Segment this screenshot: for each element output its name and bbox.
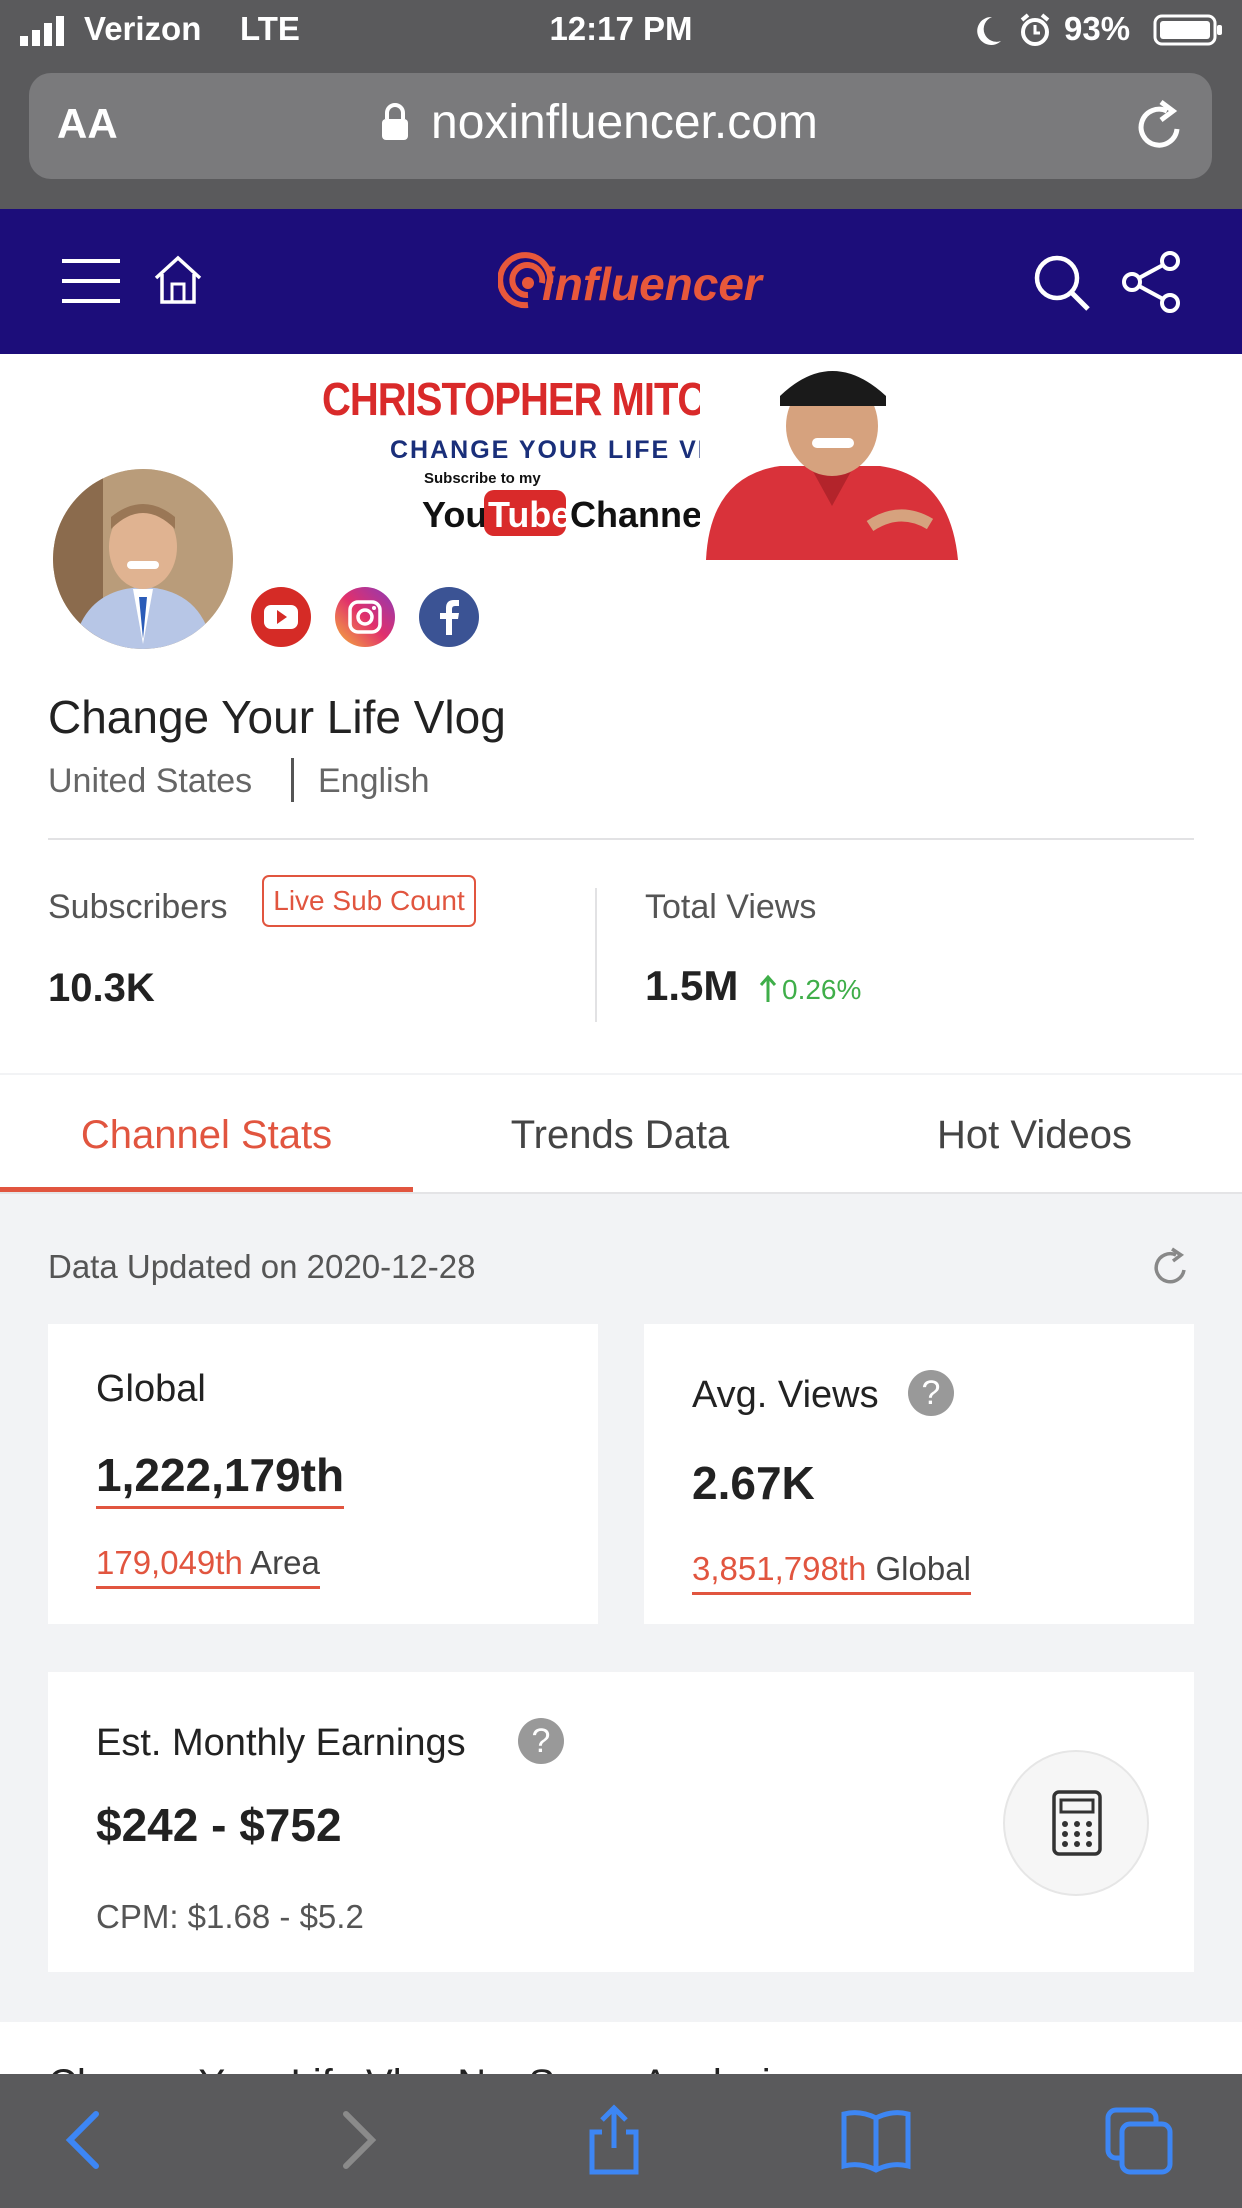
share-icon[interactable]	[1122, 251, 1182, 313]
earnings-value: $242 - $752	[96, 1799, 342, 1851]
channel-name: Change Your Life Vlog	[48, 691, 506, 743]
stats-divider	[595, 888, 597, 1022]
profile-section: CHRISTOPHER MITCHELL CHANGE YOUR LIFE VL…	[0, 354, 1242, 1073]
tab-trends-data[interactable]: Trends Data	[413, 1075, 827, 1192]
global-label: Global	[96, 1368, 206, 1410]
tab-channel-stats[interactable]: Channel Stats	[0, 1075, 413, 1192]
calculator-button[interactable]	[1003, 1750, 1149, 1896]
url-bar[interactable]: AA noxinfluencer.com	[29, 73, 1212, 179]
avg-views-card: Avg. Views ? 2.67K 3,851,798th Global	[644, 1324, 1194, 1624]
tab-hot-videos[interactable]: Hot Videos	[827, 1075, 1242, 1192]
area-rank: 179,049th	[96, 1544, 243, 1581]
reload-icon[interactable]	[1137, 99, 1189, 153]
global-rank[interactable]: 1,222,179th	[96, 1448, 345, 1509]
lock-icon	[380, 102, 410, 142]
noxscore-section: Change Your Life Vlog NoxScore Analysis	[0, 2022, 1242, 2082]
live-sub-count-button[interactable]: Live Sub Count	[262, 875, 476, 927]
tabs-icon[interactable]	[1104, 2104, 1176, 2176]
profile-divider	[48, 838, 1194, 840]
earnings-card: Est. Monthly Earnings ? $242 - $752 CPM:…	[48, 1672, 1194, 1972]
logo-text: influencer	[542, 258, 762, 310]
facebook-icon[interactable]	[419, 587, 479, 647]
channel-banner: CHRISTOPHER MITCHELL CHANGE YOUR LIFE VL…	[318, 356, 964, 560]
location-divider	[291, 758, 294, 802]
share-sheet-icon[interactable]	[578, 2104, 650, 2176]
banner-youtube-logo: You Tube Channel	[422, 488, 712, 538]
alarm-icon	[1018, 12, 1052, 48]
avatar	[53, 469, 233, 649]
total-views-change: 0.26%	[782, 974, 862, 1005]
bookmarks-icon[interactable]	[840, 2104, 912, 2176]
back-icon[interactable]	[50, 2104, 122, 2176]
global-rank-card: Global 1,222,179th 179,049th Area	[48, 1324, 598, 1624]
moon-icon	[974, 14, 1004, 48]
calculator-icon	[1052, 1790, 1102, 1856]
forward-icon[interactable]	[320, 2104, 392, 2176]
avg-views-rank-link[interactable]: 3,851,798th Global	[692, 1550, 971, 1595]
channel-language: English	[318, 762, 430, 800]
avg-views-rank-label: Global	[875, 1550, 971, 1587]
earnings-label: Est. Monthly Earnings	[96, 1722, 466, 1764]
avg-views-value: 2.67K	[692, 1457, 815, 1509]
refresh-icon[interactable]	[1148, 1246, 1192, 1290]
search-icon[interactable]	[1032, 253, 1092, 313]
tab-bar: Channel Stats Trends Data Hot Videos	[0, 1075, 1242, 1194]
area-rank-link[interactable]: 179,049th Area	[96, 1544, 320, 1589]
arrow-up-icon	[758, 974, 778, 1004]
area-label: Area	[250, 1544, 320, 1581]
site-logo[interactable]: influencer	[498, 245, 762, 315]
battery-icon	[1153, 14, 1223, 46]
browser-top-chrome: Verizon LTE 12:17 PM 93% AA noxinfluence…	[0, 0, 1242, 209]
banner-subscribe: Subscribe to my	[424, 470, 541, 487]
menu-icon[interactable]	[62, 257, 120, 305]
url-text[interactable]: noxinfluencer.com	[431, 95, 818, 150]
avg-views-rank: 3,851,798th	[692, 1550, 867, 1587]
text-size-button[interactable]: AA	[57, 100, 118, 148]
browser-toolbar	[0, 2074, 1242, 2208]
channel-country: United States	[48, 762, 253, 800]
subscribers-label: Subscribers	[48, 888, 228, 926]
battery-percent: 93%	[1064, 10, 1131, 47]
subscribers-value: 10.3K	[48, 966, 155, 1010]
active-tab-indicator	[0, 1187, 413, 1192]
youtube-icon[interactable]	[251, 587, 311, 647]
data-updated-text: Data Updated on 2020-12-28	[48, 1248, 476, 1285]
help-icon[interactable]: ?	[908, 1370, 954, 1416]
total-views-value: 1.5M	[645, 962, 739, 1009]
total-views-label: Total Views	[645, 888, 817, 926]
avg-views-label: Avg. Views	[692, 1374, 879, 1416]
site-header: influencer	[0, 209, 1242, 354]
home-icon[interactable]	[153, 254, 203, 306]
clock: 12:17 PM	[549, 10, 693, 47]
help-icon[interactable]: ?	[518, 1718, 564, 1764]
cpm-text: CPM: $1.68 - $5.2	[96, 1898, 364, 1935]
banner-person-image	[700, 356, 964, 560]
instagram-icon[interactable]	[335, 587, 395, 647]
